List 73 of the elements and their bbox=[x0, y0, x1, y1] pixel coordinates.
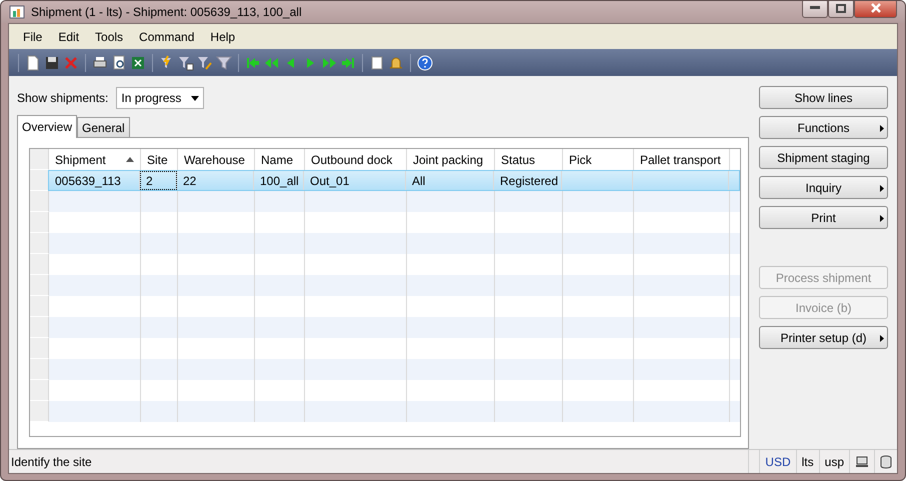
row-header[interactable] bbox=[30, 212, 49, 233]
row-header[interactable] bbox=[30, 401, 49, 422]
document-attach-icon[interactable] bbox=[369, 54, 385, 70]
row-header[interactable] bbox=[30, 296, 49, 317]
empty-row[interactable] bbox=[30, 401, 740, 422]
bell-icon[interactable] bbox=[388, 54, 404, 70]
action-button[interactable]: Print bbox=[759, 206, 888, 229]
row-header[interactable] bbox=[30, 359, 49, 380]
submenu-arrow-icon bbox=[880, 215, 884, 222]
menu-item[interactable]: Help bbox=[202, 30, 244, 44]
action-button[interactable]: Printer setup (d) bbox=[759, 326, 888, 349]
maximize-button[interactable] bbox=[828, 1, 854, 18]
status-field: usp bbox=[818, 450, 849, 473]
table-cell: 22 bbox=[177, 171, 254, 190]
empty-row[interactable] bbox=[30, 275, 740, 296]
row-header[interactable] bbox=[30, 380, 49, 401]
tab[interactable]: General bbox=[77, 117, 130, 137]
table-cell: Out_01 bbox=[304, 171, 406, 190]
table-cell: All bbox=[406, 171, 494, 190]
row-header[interactable] bbox=[30, 317, 49, 338]
filter-edit-icon[interactable] bbox=[197, 54, 213, 70]
minimize-icon bbox=[810, 6, 820, 10]
status-field: USD bbox=[759, 450, 796, 473]
action-button[interactable]: Functions bbox=[759, 116, 888, 139]
filter-label: Show shipments: bbox=[17, 91, 108, 105]
row-header[interactable] bbox=[30, 254, 49, 275]
minimize-button[interactable] bbox=[802, 1, 828, 18]
dropdown-arrow-icon bbox=[191, 96, 200, 100]
tab[interactable]: Overview bbox=[17, 115, 78, 138]
empty-row[interactable] bbox=[30, 359, 740, 380]
menu-item[interactable]: Tools bbox=[87, 30, 132, 44]
row-header[interactable] bbox=[30, 338, 49, 359]
row-header[interactable] bbox=[30, 233, 49, 254]
computer-icon bbox=[855, 456, 869, 468]
menu-item[interactable]: Edit bbox=[50, 30, 88, 44]
action-button[interactable]: Inquiry bbox=[759, 176, 888, 199]
status-field: lts bbox=[796, 450, 819, 473]
shipments-dropdown[interactable]: In progress bbox=[116, 87, 204, 109]
help-icon[interactable] bbox=[417, 54, 433, 70]
table-cell: 005639_113 bbox=[49, 171, 140, 190]
new-document-icon[interactable] bbox=[25, 54, 41, 70]
filter-grid-icon[interactable] bbox=[178, 54, 194, 70]
grid-corner bbox=[30, 149, 49, 170]
filter-icon[interactable] bbox=[216, 54, 232, 70]
action-button[interactable]: Show lines bbox=[759, 86, 888, 109]
close-button[interactable] bbox=[854, 1, 897, 18]
menu-item[interactable]: Command bbox=[131, 30, 202, 44]
spreadsheet-icon[interactable] bbox=[130, 54, 146, 70]
save-icon[interactable] bbox=[44, 54, 60, 70]
row-header[interactable] bbox=[30, 191, 49, 212]
table-cell: 100_all bbox=[254, 171, 304, 190]
menu-item[interactable]: File bbox=[15, 30, 50, 44]
submenu-arrow-icon bbox=[880, 125, 884, 132]
table-row[interactable]: 005639_113 2 22 100_all Out_01 All Registered bbox=[48, 170, 740, 191]
print-preview-icon[interactable] bbox=[111, 54, 127, 70]
window-title: Shipment (1 - lts) - Shipment: 005639_113, 100_all bbox=[31, 5, 303, 19]
empty-row[interactable] bbox=[30, 233, 740, 254]
row-header[interactable] bbox=[30, 275, 49, 296]
sort-icon bbox=[126, 157, 134, 162]
app-icon bbox=[9, 4, 25, 20]
empty-row[interactable] bbox=[30, 191, 740, 212]
submenu-arrow-icon bbox=[880, 185, 884, 192]
database-icon bbox=[880, 454, 892, 468]
maximize-icon bbox=[836, 4, 846, 12]
close-icon bbox=[870, 3, 880, 13]
action-button[interactable]: Shipment staging bbox=[759, 146, 888, 169]
printer-icon[interactable] bbox=[92, 54, 108, 70]
empty-row[interactable] bbox=[30, 317, 740, 338]
submenu-arrow-icon bbox=[880, 335, 884, 342]
status-message: Identify the site bbox=[10, 454, 93, 468]
table-cell: 2 bbox=[140, 171, 177, 190]
table-cell: Registered bbox=[494, 171, 562, 190]
row-header[interactable] bbox=[30, 170, 49, 191]
